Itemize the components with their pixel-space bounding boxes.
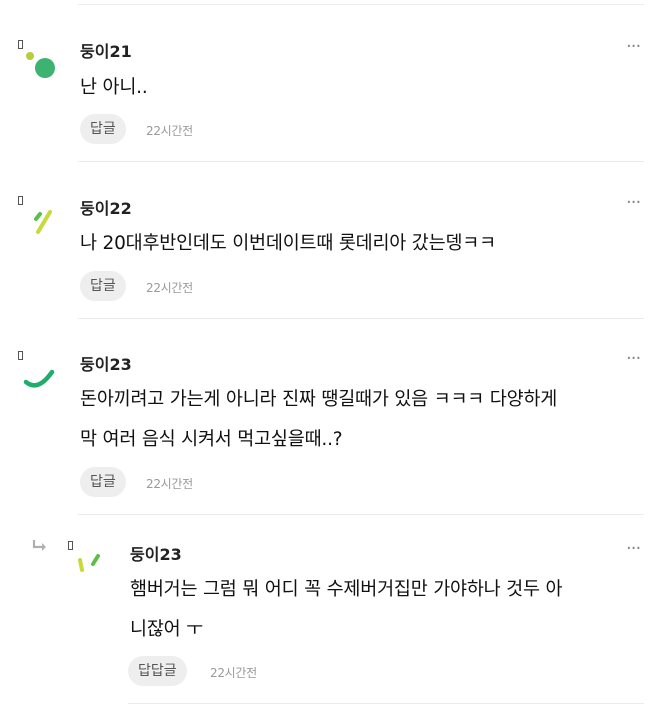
more-options-icon[interactable]: ··· (626, 350, 641, 368)
comment-text-line: 막 여러 음식 시켜서 먹고싶을때..? (80, 429, 343, 450)
reply-button[interactable]: 답글 (80, 271, 126, 301)
reply-button[interactable]: 답답글 (128, 656, 187, 686)
divider (78, 161, 644, 162)
avatar[interactable] (18, 46, 62, 90)
comment-time: 22시간전 (146, 281, 193, 295)
avatar-dashes-icon (78, 554, 100, 572)
more-options-icon[interactable]: ··· (626, 38, 641, 56)
divider (78, 318, 644, 319)
comment-time: 22시간전 (146, 124, 193, 138)
reply-text-line: 니잖어 ㅜ (130, 619, 203, 640)
avatar-arc-icon (23, 369, 55, 388)
reply-author[interactable]: 둥이23 (130, 541, 182, 565)
more-options-icon[interactable]: ··· (626, 540, 641, 558)
divider (128, 703, 644, 704)
comment-time: 22시간전 (146, 477, 193, 491)
avatar[interactable] (18, 204, 62, 248)
divider-top (78, 4, 644, 5)
comment-author[interactable]: 둥이23 (80, 351, 132, 375)
reply-time: 22시간전 (210, 666, 257, 680)
comment-author[interactable]: 둥이21 (80, 38, 132, 62)
comment-text-line: 돈아끼려고 가는게 아니라 진짜 땡길때가 있음 ㅋㅋㅋ 다양하게 (80, 389, 558, 410)
avatar[interactable] (18, 360, 62, 404)
reply-arrow-icon (32, 538, 48, 557)
avatar-dots-icon (26, 52, 55, 78)
avatar-dashes-icon (34, 210, 52, 234)
reply-button[interactable]: 답글 (80, 114, 126, 144)
reply-button[interactable]: 답글 (80, 467, 126, 497)
level-badge-icon (18, 351, 23, 360)
divider (78, 514, 644, 515)
reply-text-line: 햄버거는 그럼 뭐 어디 꼭 수제버거집만 가야하나 것두 아 (130, 579, 563, 600)
more-options-icon[interactable]: ··· (626, 194, 641, 212)
comment-text: 난 아니.. (80, 77, 148, 98)
avatar[interactable] (68, 548, 112, 592)
comment-text: 나 20대후반인데도 이번데이트때 롯데리아 갔는뎅ㅋㅋ (80, 233, 496, 254)
comment-author[interactable]: 둥이22 (80, 195, 132, 219)
